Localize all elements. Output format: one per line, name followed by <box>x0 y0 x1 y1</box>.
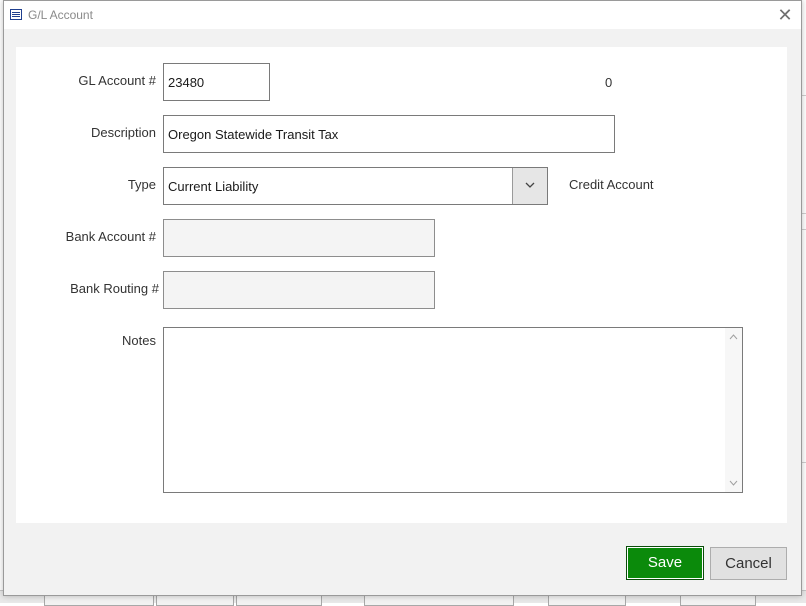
type-select[interactable]: Current Liability <box>163 167 548 205</box>
status-value: 0 <box>605 75 613 90</box>
description-input[interactable] <box>163 115 615 153</box>
bank-routing-input[interactable] <box>163 271 435 309</box>
bank-routing-label: Bank Routing # <box>70 281 159 296</box>
gl-account-input[interactable] <box>163 63 270 101</box>
type-label: Type <box>127 177 156 192</box>
scroll-down-icon[interactable] <box>729 480 738 486</box>
close-icon[interactable]: ✕ <box>775 5 795 25</box>
dropdown-button[interactable] <box>512 168 547 204</box>
description-label: Description <box>90 125 156 140</box>
scroll-up-icon[interactable] <box>729 334 738 340</box>
window-title: G/L Account <box>28 8 93 22</box>
account-side-text: Credit Account <box>569 177 654 192</box>
form-window-icon <box>10 9 22 20</box>
bank-account-label: Bank Account # <box>65 229 156 244</box>
title-bar[interactable]: G/L Account ✕ <box>4 1 801 29</box>
cancel-button[interactable]: Cancel <box>710 547 787 580</box>
save-button[interactable]: Save <box>626 546 704 580</box>
notes-label: Notes <box>122 333 156 348</box>
notes-scrollbar[interactable] <box>725 328 742 492</box>
gl-account-dialog: G/L Account ✕ GL Account # 0 Description… <box>3 0 802 596</box>
type-selected-value: Current Liability <box>168 179 259 194</box>
chevron-down-icon <box>525 182 535 188</box>
form-panel: GL Account # 0 Description Type Current … <box>16 47 787 523</box>
notes-textarea[interactable] <box>163 327 743 493</box>
bank-account-input[interactable] <box>163 219 435 257</box>
gl-account-label: GL Account # <box>78 73 156 88</box>
